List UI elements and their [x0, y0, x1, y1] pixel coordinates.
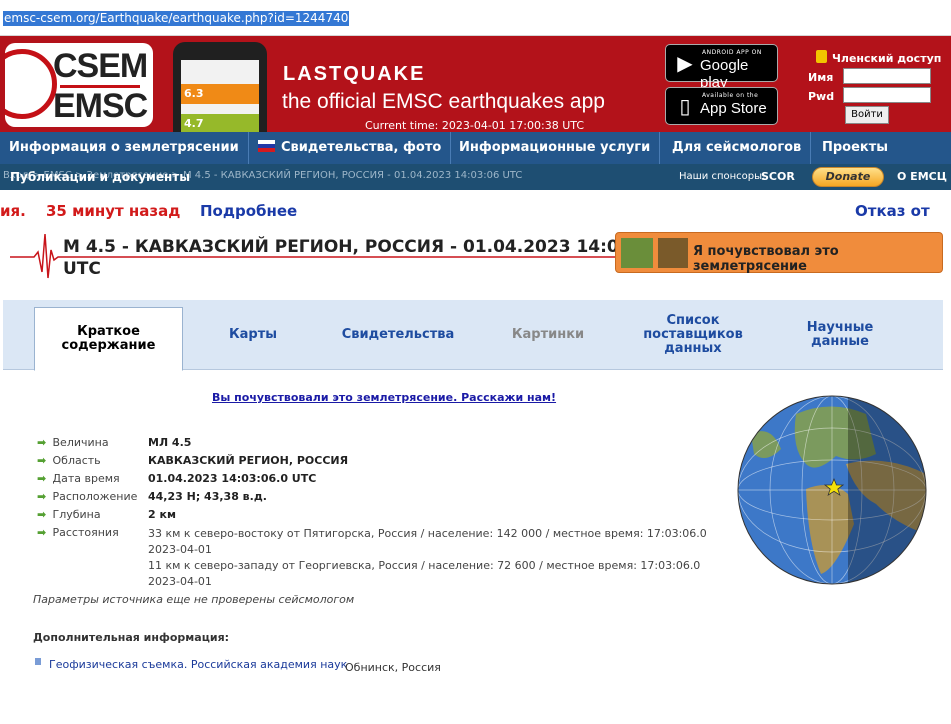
- location-value: 44,23 Н; 43,38 в.д.: [148, 490, 267, 503]
- felt-report-link[interactable]: Вы почувствовали это землетрясение. Расс…: [212, 391, 556, 404]
- additional-info-heading: Дополнительная информация:: [33, 631, 230, 644]
- event-title: M 4.5 - КАВКАЗСКИЙ РЕГИОН, РОССИЯ - 01.0…: [63, 237, 662, 279]
- google-play-big: Google play: [700, 57, 749, 91]
- tab-summary[interactable]: Краткое содержание: [34, 307, 183, 371]
- arrow-icon: ➡: [37, 454, 47, 467]
- lock-icon: [816, 50, 827, 63]
- location-globe-map[interactable]: [736, 394, 928, 586]
- play-icon: ▶: [677, 51, 693, 75]
- felt-map-icon: [621, 238, 653, 268]
- detail-row: ➡ Расположение: [37, 490, 138, 503]
- logo-text-top: CSEM: [53, 47, 148, 85]
- phone-quake-2: 4.7: [181, 114, 259, 134]
- detail-row: ➡ Дата время: [37, 472, 120, 485]
- ticker-fragment: ия.: [0, 202, 26, 220]
- sponsor-scor[interactable]: SCOR: [761, 170, 795, 183]
- app-store-small: Available on the: [702, 92, 759, 99]
- logo-globe-icon: [5, 49, 57, 119]
- app-subtitle[interactable]: the official EMSC earthquakes app: [282, 90, 605, 114]
- current-time: Current time: 2023-04-01 17:00:38 UTC: [365, 119, 584, 132]
- url-text[interactable]: emsc-csem.org/Earthquake/earthquake.php?…: [3, 11, 350, 26]
- source-city: Обнинск, Россия: [345, 661, 441, 674]
- arrow-icon: ➡: [37, 508, 47, 521]
- google-play-small: ANDROID APP ON: [702, 49, 762, 56]
- distance-1: 33 км к северо-востоку от Пятигорска, Ро…: [148, 527, 707, 556]
- arrow-icon: ➡: [37, 436, 47, 449]
- google-play-button[interactable]: ▶ ANDROID APP ON Google play: [665, 44, 778, 91]
- nav-projects[interactable]: Проекты: [813, 132, 897, 164]
- arrow-icon: ➡: [37, 490, 47, 503]
- nav-testimonies-label: Свидетельства, фото: [281, 140, 442, 155]
- main-nav: Информация о землетрясении Свидетельства…: [0, 132, 951, 164]
- felt-earthquake-button[interactable]: Я почувствовал это землетрясение: [615, 232, 943, 274]
- datetime-value: 01.04.2023 14:03:06.0 UTC: [148, 472, 317, 485]
- detail-row: ➡ Расстояния: [37, 526, 119, 539]
- app-title[interactable]: LASTQUAKE: [283, 63, 425, 86]
- arrow-icon: ➡: [37, 526, 47, 539]
- member-access-title: Членский доступ: [832, 52, 942, 65]
- name-input[interactable]: [843, 68, 931, 84]
- nav-info-services[interactable]: Информационные услуги: [450, 132, 661, 164]
- nav-testimonies[interactable]: Свидетельства, фото: [249, 132, 452, 164]
- nav-seismologists[interactable]: Для сейсмологов: [663, 132, 812, 164]
- password-input[interactable]: [843, 87, 931, 103]
- app-store-big: App Store: [700, 100, 767, 117]
- nav-publications[interactable]: Публикации и документы: [10, 170, 190, 184]
- site-banner: CSEM EMSC 6.3 4.7 LASTQUAKE the official…: [0, 36, 951, 134]
- app-store-button[interactable]: ▯ Available on the App Store: [665, 87, 778, 125]
- address-bar[interactable]: emsc-csem.org/Earthquake/earthquake.php?…: [0, 0, 951, 36]
- pwd-label: Pwd: [808, 90, 835, 103]
- name-label: Имя: [808, 71, 834, 84]
- breadcrumb-bar: Вход > EMSC > Землетрясение > M 4.5 - КА…: [0, 164, 951, 190]
- phone-icon: ▯: [679, 94, 691, 118]
- ticker-more-link[interactable]: Подробнее: [200, 202, 297, 220]
- phone-screen: 6.3 4.7: [181, 60, 259, 134]
- logo-text-bottom: EMSC: [53, 87, 148, 125]
- ticker-time-ago: 35 минут назад: [46, 202, 181, 220]
- magnitude-value: МЛ 4.5: [148, 436, 192, 449]
- about-emsc-link[interactable]: О ЕМСЦ: [897, 170, 947, 183]
- tab-pictures[interactable]: Картинки: [493, 300, 603, 370]
- detail-row: ➡ Область: [37, 454, 101, 467]
- felt-button-label: Я почувствовал это землетрясение: [693, 244, 839, 274]
- arrow-icon: ➡: [37, 472, 47, 485]
- source-bullet-icon: [35, 658, 41, 665]
- sponsors-label: Наши спонсоры:: [679, 171, 766, 182]
- donate-button[interactable]: Donate: [812, 167, 884, 187]
- detail-row: ➡ Глубина: [37, 508, 101, 521]
- emsc-logo[interactable]: CSEM EMSC: [5, 43, 153, 127]
- region-value: КАВКАЗСКИЙ РЕГИОН, РОССИЯ: [148, 454, 349, 467]
- depth-value: 2 км: [148, 508, 176, 521]
- russia-flag-icon: [258, 140, 275, 152]
- tab-scientific-data[interactable]: Научные данные: [783, 300, 897, 370]
- nav-earthquake-info[interactable]: Информация о землетрясении: [0, 132, 249, 164]
- phone-app-image: 6.3 4.7: [173, 42, 267, 134]
- distance-2: 11 км к северо-западу от Георгиевска, Ро…: [148, 559, 701, 588]
- detail-row: ➡ Величина: [37, 436, 109, 449]
- ticker-disclaimer-link[interactable]: Отказ от: [855, 202, 930, 220]
- review-note: Параметры источника еще не проверены сей…: [33, 593, 355, 606]
- event-tabs: Краткое содержание Карты Свидетельства К…: [3, 300, 943, 371]
- tab-maps[interactable]: Карты: [203, 300, 303, 370]
- felt-person-icon: [658, 238, 688, 268]
- phone-quake-1: 6.3: [181, 84, 259, 104]
- source-agency-link[interactable]: Геофизическая съемка. Российская академи…: [49, 658, 347, 671]
- tab-testimonies[interactable]: Свидетельства: [323, 300, 473, 370]
- tab-data-providers[interactable]: Список поставщиков данных: [625, 300, 761, 370]
- login-button[interactable]: Войти: [845, 106, 889, 124]
